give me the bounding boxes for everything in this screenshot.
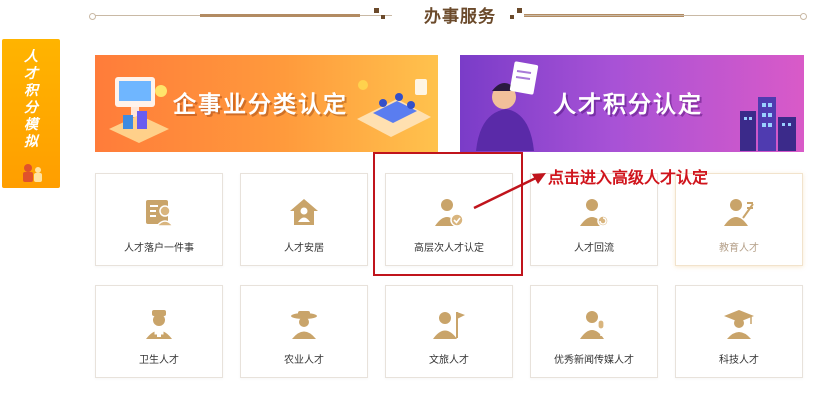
card-culture-tourism-talent[interactable]: 文旅人才: [385, 285, 513, 378]
card-label: 人才安居: [284, 243, 324, 254]
annotation-arrow-icon: [473, 173, 546, 210]
graduate-icon: [724, 310, 754, 339]
card-label: 教育人才: [719, 243, 759, 254]
city-buildings-icon: [740, 97, 796, 151]
people-illustration-icon: [23, 164, 42, 182]
card-health-talent[interactable]: 卫生人才: [95, 285, 223, 378]
person-holding-document-icon: [476, 61, 539, 151]
card-talent-housing[interactable]: 人才安居: [240, 173, 368, 266]
header-accent-left: [200, 14, 360, 17]
building-illustration-icon: [109, 77, 169, 143]
doctor-icon: [146, 310, 172, 339]
header-divider-right: [524, 13, 807, 20]
house-person-icon: [290, 199, 318, 225]
header-square-icon: [517, 8, 522, 13]
person-return-icon: [580, 199, 609, 227]
microphone-person-icon: [580, 311, 605, 339]
farmer-icon: [291, 311, 317, 339]
enterprise-classification-banner[interactable]: 企事业分类认定: [95, 55, 438, 152]
id-card-person-icon: [146, 200, 175, 227]
card-science-tech-talent[interactable]: 科技人才: [675, 285, 803, 378]
talent-points-banner[interactable]: 人才积分认定: [460, 55, 804, 152]
annotation-text: 点击进入高级人才认定: [548, 168, 709, 187]
card-label: 优秀新闻传媒人才: [554, 355, 634, 366]
card-label: 卫生人才: [139, 355, 179, 366]
card-media-talent[interactable]: 优秀新闻传媒人才: [530, 285, 658, 378]
points-simulation-widget[interactable]: 人才积分模拟: [2, 39, 60, 188]
header-square-icon: [374, 8, 379, 13]
flag-person-icon: [433, 312, 465, 339]
card-label: 人才回流: [574, 243, 614, 254]
header-square-icon: [381, 15, 385, 19]
card-talent-household[interactable]: 人才落户一件事: [95, 173, 223, 266]
side-widget-label: 人才积分模拟: [24, 49, 38, 150]
banner-title: 人才积分认定: [553, 92, 703, 118]
header-square-icon: [510, 15, 514, 19]
section-title: 办事服务: [424, 7, 496, 27]
card-label: 文旅人才: [429, 355, 469, 366]
section-header: 办事服务: [89, 0, 807, 34]
card-agriculture-talent[interactable]: 农业人才: [240, 285, 368, 378]
card-label: 人才落户一件事: [124, 243, 194, 254]
card-label: 科技人才: [719, 355, 759, 366]
meeting-illustration-icon: [357, 79, 431, 137]
card-label: 农业人才: [284, 355, 324, 366]
teacher-icon: [724, 199, 754, 226]
banner-title: 企事业分类认定: [173, 92, 348, 118]
